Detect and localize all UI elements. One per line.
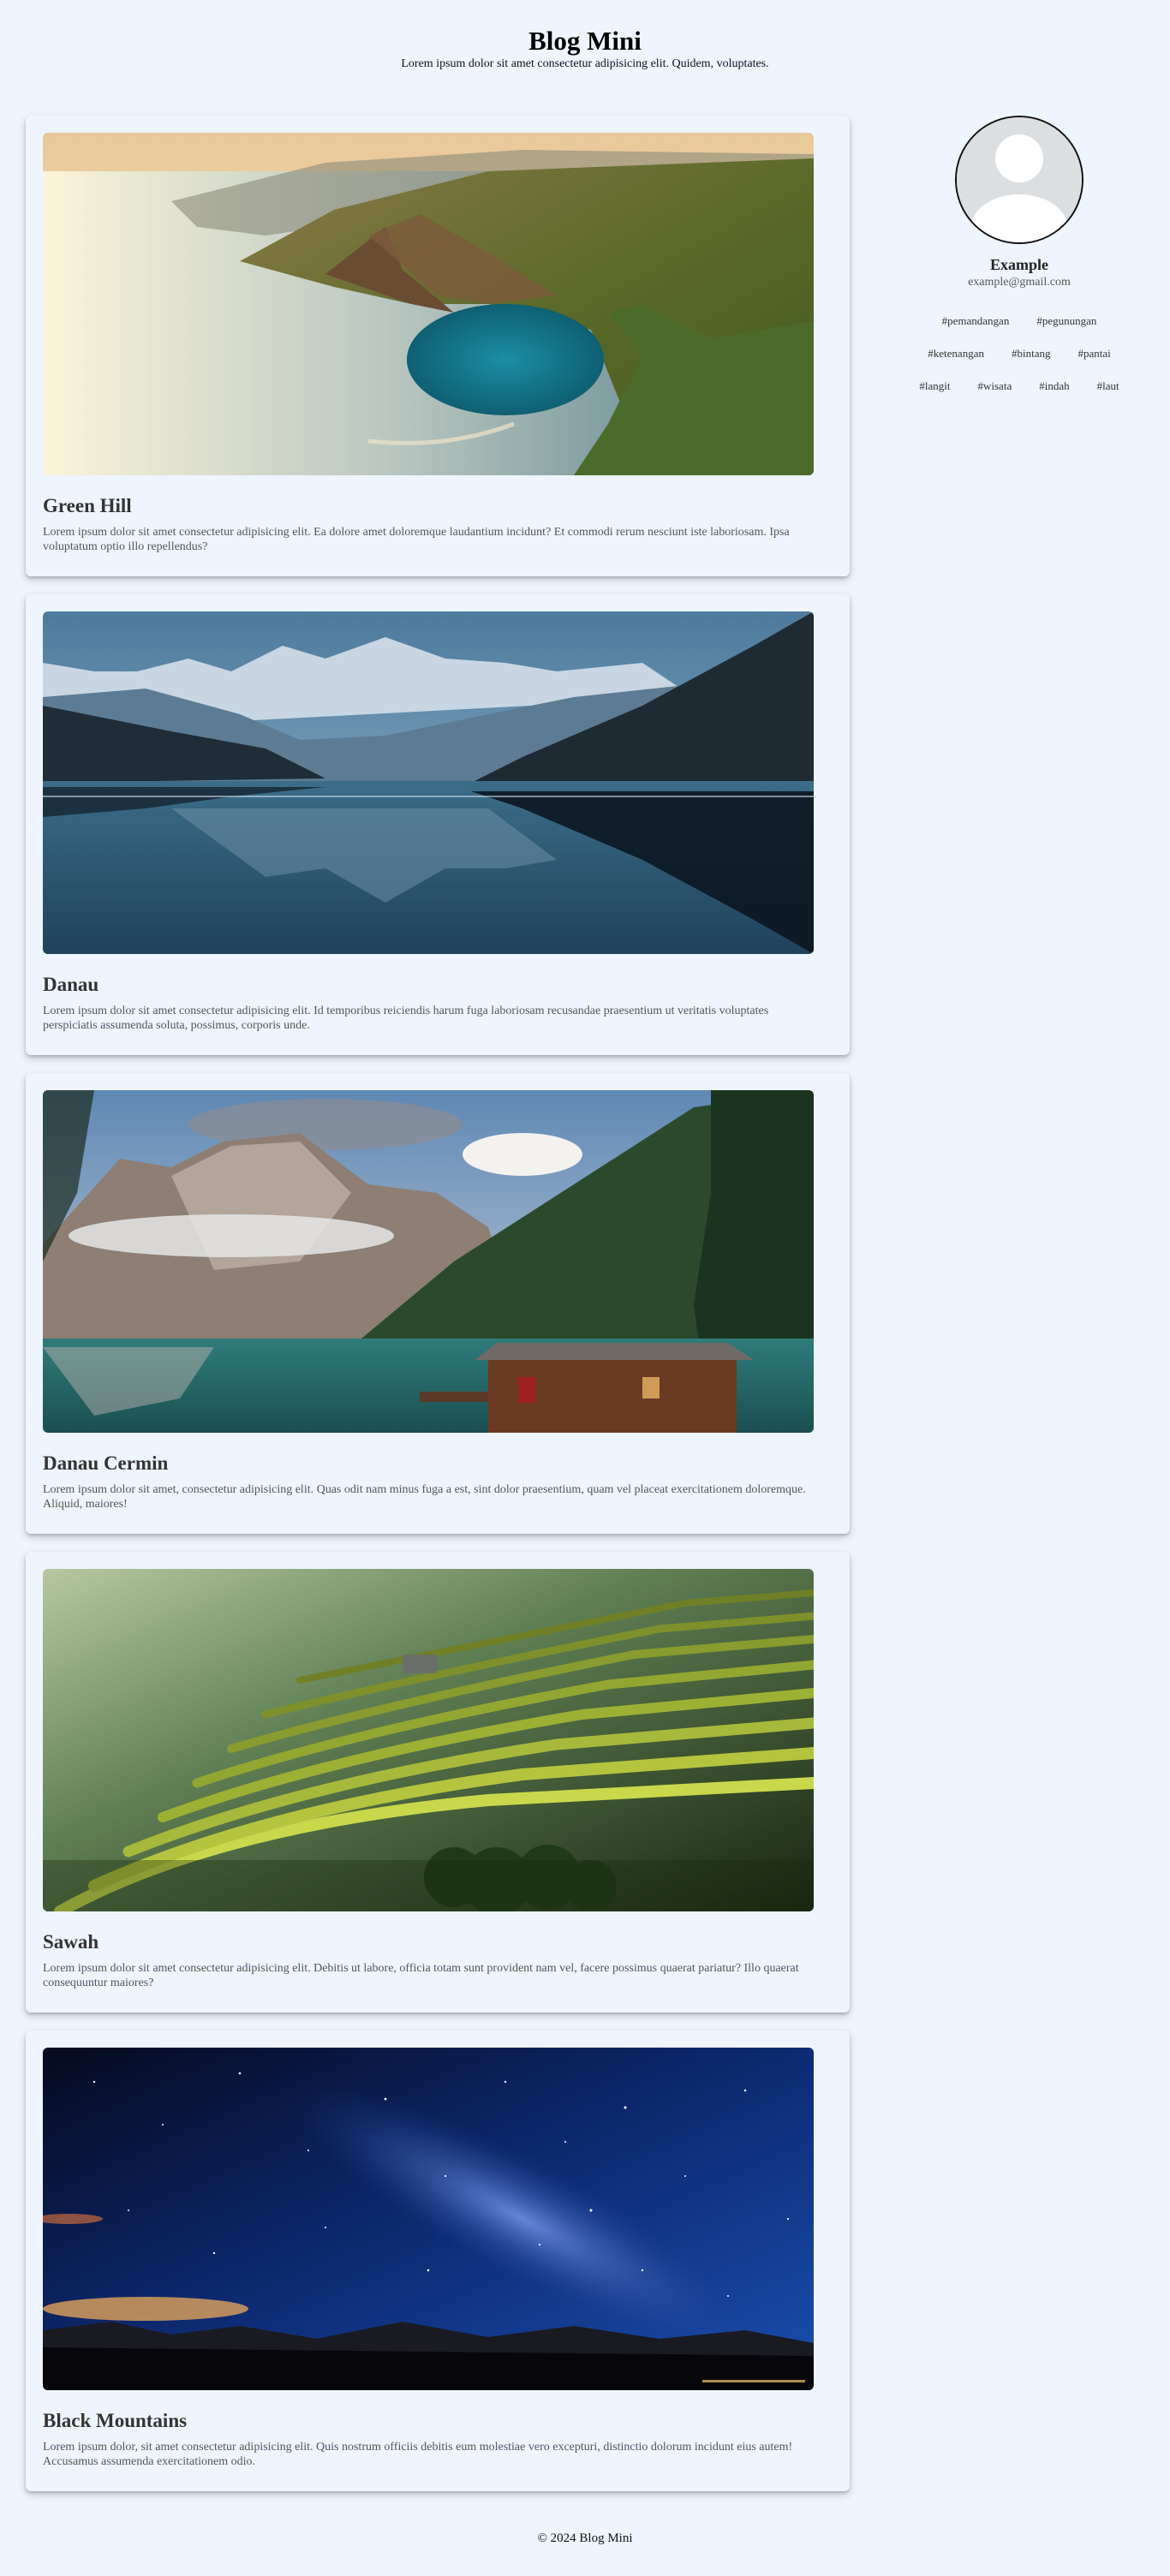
profile-name: Example: [989, 256, 1048, 273]
post-image-black-mountains[interactable]: [43, 2048, 814, 2390]
post-image-danau[interactable]: [43, 611, 814, 954]
post-title[interactable]: Black Mountains: [43, 2409, 833, 2433]
tag-link[interactable]: #bintang: [1012, 337, 1051, 370]
site-footer: © 2024 Blog Mini: [0, 2531, 1170, 2546]
tag-link[interactable]: #wisata: [978, 370, 1012, 402]
tag-link[interactable]: #ketenangan: [928, 337, 984, 370]
post-card[interactable]: Danau Cermin Lorem ipsum dolor sit amet,…: [26, 1073, 850, 1534]
post-list: Green Hill Lorem ipsum dolor sit amet co…: [26, 116, 850, 2509]
tag-link[interactable]: #pemandangan: [942, 305, 1010, 337]
post-image-sawah[interactable]: [43, 1569, 814, 1911]
post-excerpt: Lorem ipsum dolor sit amet, consectetur …: [43, 1483, 806, 1511]
post-card[interactable]: Danau Lorem ipsum dolor sit amet consect…: [26, 594, 850, 1055]
post-excerpt: Lorem ipsum dolor sit amet consectetur a…: [43, 526, 790, 553]
tag-link[interactable]: #langit: [919, 370, 950, 402]
post-title[interactable]: Danau: [43, 973, 833, 997]
post-title[interactable]: Sawah: [43, 1930, 833, 1954]
post-card[interactable]: Green Hill Lorem ipsum dolor sit amet co…: [26, 116, 850, 576]
site-header: Blog Mini Lorem ipsum dolor sit amet con…: [0, 0, 1170, 86]
profile-email: example@gmail.com: [968, 276, 1071, 289]
post-image-danau-cermin[interactable]: [43, 1090, 814, 1433]
post-excerpt: Lorem ipsum dolor, sit amet consectetur …: [43, 2441, 793, 2468]
post-excerpt: Lorem ipsum dolor sit amet consectetur a…: [43, 1962, 799, 1989]
site-tagline: Lorem ipsum dolor sit amet consectetur a…: [401, 57, 769, 70]
site-title: Blog Mini: [528, 26, 642, 56]
tag-list: #pemandangan #pegunungan #ketenangan #bi…: [891, 305, 1148, 402]
tag-link[interactable]: #pegunungan: [1036, 305, 1096, 337]
footer-copyright: © 2024 Blog Mini: [537, 2531, 633, 2545]
tag-link[interactable]: #laut: [1097, 370, 1119, 402]
post-excerpt: Lorem ipsum dolor sit amet consectetur a…: [43, 1005, 769, 1032]
post-title[interactable]: Green Hill: [43, 494, 833, 518]
post-card[interactable]: Sawah Lorem ipsum dolor sit amet consect…: [26, 1552, 850, 2012]
post-title[interactable]: Danau Cermin: [43, 1452, 833, 1476]
user-avatar-icon[interactable]: [955, 116, 1083, 244]
profile-sidebar: Example example@gmail.com #pemandangan #…: [874, 116, 1165, 402]
tag-link[interactable]: #indah: [1039, 370, 1069, 402]
tag-link[interactable]: #pantai: [1077, 337, 1110, 370]
post-image-green-hill[interactable]: [43, 133, 814, 475]
post-card[interactable]: Black Mountains Lorem ipsum dolor, sit a…: [26, 2030, 850, 2491]
